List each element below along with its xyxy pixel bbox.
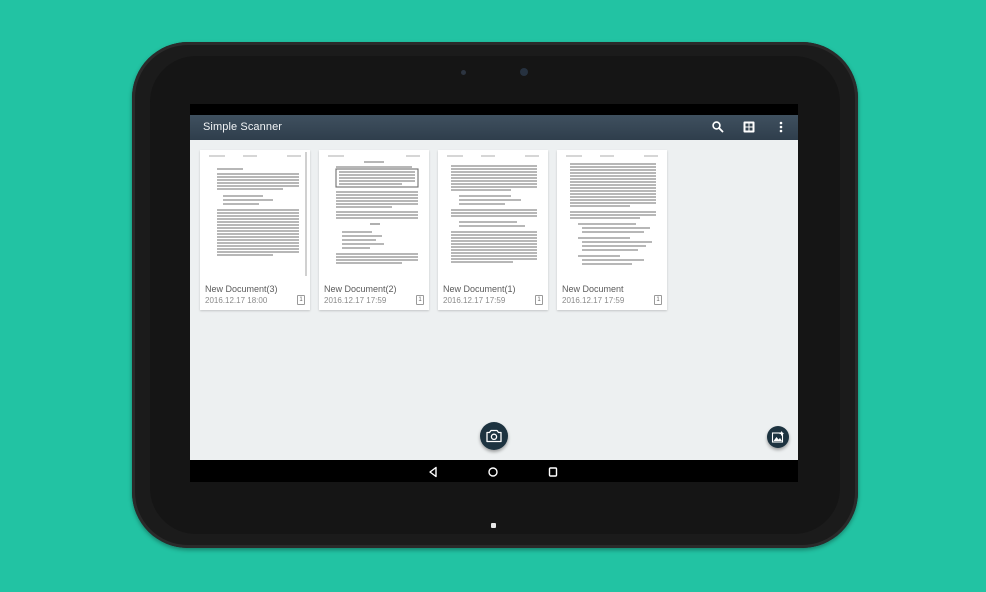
document-name: New Document(3) bbox=[205, 284, 278, 294]
front-camera bbox=[520, 68, 528, 76]
document-thumbnail bbox=[441, 152, 545, 276]
document-name: New Document(1) bbox=[443, 284, 516, 294]
page-count-badge: 1 bbox=[535, 295, 543, 305]
home-icon[interactable] bbox=[487, 465, 499, 477]
more-vert-icon[interactable] bbox=[774, 120, 788, 134]
app-title: Simple Scanner bbox=[203, 121, 283, 133]
document-card[interactable]: New Document(1) 2016.12.17 17:59 1 bbox=[438, 150, 548, 310]
search-icon[interactable] bbox=[711, 120, 725, 134]
document-name: New Document bbox=[562, 284, 624, 294]
device-screen: Simple Scanner New Document(3) 2016.12.1… bbox=[190, 104, 798, 482]
document-name: New Document(2) bbox=[324, 284, 397, 294]
document-thumbnail bbox=[560, 152, 664, 276]
document-grid: New Document(3) 2016.12.17 18:00 1 New D… bbox=[190, 140, 798, 460]
document-date: 2016.12.17 17:59 bbox=[324, 296, 387, 305]
page-count-badge: 1 bbox=[654, 295, 662, 305]
camera-icon bbox=[486, 429, 502, 443]
navigation-bar bbox=[190, 460, 798, 482]
document-date: 2016.12.17 17:59 bbox=[562, 296, 625, 305]
document-card[interactable]: New Document(2) 2016.12.17 17:59 1 bbox=[319, 150, 429, 310]
tablet-indicator bbox=[491, 523, 496, 528]
camera-scan-button[interactable] bbox=[480, 422, 508, 450]
document-date: 2016.12.17 18:00 bbox=[205, 296, 268, 305]
status-bar bbox=[190, 104, 798, 115]
import-gallery-button[interactable] bbox=[767, 426, 789, 448]
app-bar: Simple Scanner bbox=[190, 115, 798, 140]
light-sensor bbox=[461, 70, 466, 75]
document-card[interactable]: New Document(3) 2016.12.17 18:00 1 bbox=[200, 150, 310, 310]
recents-icon[interactable] bbox=[547, 465, 559, 477]
document-thumbnail bbox=[322, 152, 426, 276]
back-icon[interactable] bbox=[427, 465, 439, 478]
grid-view-icon[interactable] bbox=[742, 120, 756, 134]
document-thumbnail bbox=[203, 152, 307, 276]
page-count-badge: 1 bbox=[297, 295, 305, 305]
page-count-badge: 1 bbox=[416, 295, 424, 305]
document-card[interactable]: New Document 2016.12.17 17:59 1 bbox=[557, 150, 667, 310]
gallery-import-icon bbox=[771, 431, 784, 443]
document-date: 2016.12.17 17:59 bbox=[443, 296, 506, 305]
